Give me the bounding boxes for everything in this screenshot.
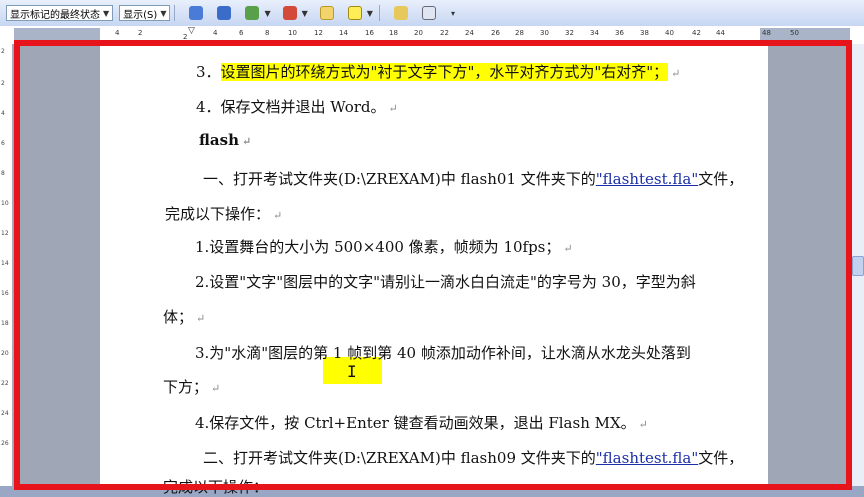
ruler-tick: 20 — [1, 350, 9, 357]
ruler-tick: 4 — [213, 29, 218, 37]
track-changes-button[interactable] — [390, 4, 412, 22]
ruler-tick: 8 — [1, 170, 5, 177]
toolbar-options-icon: ▾ — [450, 8, 455, 18]
ruler-tick: 18 — [1, 320, 9, 327]
ruler-tick: 8 — [265, 29, 270, 37]
ruler-tick: 20 — [414, 29, 423, 37]
chevron-down-icon: ▼ — [366, 8, 373, 18]
show-menu-button[interactable]: 显示(S) ▼ — [119, 5, 171, 21]
next-change-button[interactable] — [213, 4, 235, 22]
ruler-tick: 22 — [440, 29, 449, 37]
reject-change-button[interactable]: ▼ — [279, 4, 310, 22]
ruler-tick: 26 — [1, 440, 9, 447]
accept-change-button[interactable]: ▼ — [241, 4, 272, 22]
ruler-tick: 40 — [665, 29, 674, 37]
ruler-tick: 28 — [515, 29, 524, 37]
ruler-tick: 2 — [1, 80, 5, 87]
ruler-tick: 14 — [1, 260, 9, 267]
previous-change-icon — [189, 6, 204, 20]
ruler-tick: 38 — [640, 29, 649, 37]
ruler-tick: 50 — [790, 29, 799, 37]
reject-change-icon — [282, 6, 297, 20]
ruler-tick: 10 — [1, 200, 9, 207]
highlighter-icon — [347, 6, 362, 20]
ruler-tick: 26 — [491, 29, 500, 37]
toolbar-separator — [378, 5, 380, 21]
scrollbar-thumb[interactable] — [852, 256, 864, 276]
ruler-tick: 24 — [465, 29, 474, 37]
ruler-tick: 2 — [138, 29, 143, 37]
ruler-tick: 12 — [1, 230, 9, 237]
next-change-icon — [217, 6, 232, 20]
chevron-down-icon: ▼ — [264, 8, 271, 18]
ruler-tick: 14 — [339, 29, 348, 37]
ruler-tick: 6 — [1, 140, 5, 147]
highlight-button[interactable]: ▼ — [344, 4, 375, 22]
toolbar-separator — [174, 5, 176, 21]
chevron-down-icon: ▼ — [160, 8, 167, 18]
reviewing-toolbar: 显示标记的最终状态 ▼ 显示(S) ▼ ▼ ▼ ▼ ▾ — [0, 0, 864, 27]
comment-icon — [319, 6, 334, 20]
ruler-tick: 36 — [615, 29, 624, 37]
chevron-down-icon: ▼ — [103, 8, 110, 18]
ruler-tick: 24 — [1, 410, 9, 417]
reviewing-pane-icon — [421, 6, 436, 20]
ruler-tick: 6 — [239, 29, 244, 37]
ruler-tick: 4 — [115, 29, 120, 37]
toolbar-options-button[interactable]: ▾ — [446, 4, 457, 22]
chevron-down-icon: ▼ — [301, 8, 308, 18]
ruler-tick: 4 — [1, 110, 5, 117]
ruler-tick: 10 — [288, 29, 297, 37]
ruler-tick: 44 — [716, 29, 725, 37]
ruler-tick: 32 — [565, 29, 574, 37]
ruler-tick: 30 — [540, 29, 549, 37]
markup-view-dropdown[interactable]: 显示标记的最终状态 ▼ — [6, 5, 114, 21]
indent-marker-icon[interactable]: ▽ — [188, 26, 195, 36]
previous-change-button[interactable] — [185, 4, 207, 22]
ruler-tick: 22 — [1, 380, 9, 387]
new-comment-button[interactable] — [316, 4, 338, 22]
accept-change-icon — [245, 6, 260, 20]
ruler-tick: 16 — [1, 290, 9, 297]
ruler-tick: 16 — [365, 29, 374, 37]
ruler-tick: 34 — [590, 29, 599, 37]
ruler-tick: 12 — [314, 29, 323, 37]
reviewing-pane-button[interactable] — [418, 4, 440, 22]
ruler-tick: 18 — [389, 29, 398, 37]
ruler-tick: 48 — [762, 29, 771, 37]
markup-view-label: 显示标记的最终状态 — [10, 9, 100, 21]
ruler-tick: 2 — [1, 48, 5, 55]
track-changes-icon — [393, 6, 408, 20]
show-menu-label: 显示(S) — [123, 9, 158, 21]
ruler-tick: 42 — [692, 29, 701, 37]
red-highlight-frame — [14, 40, 852, 490]
vertical-ruler[interactable]: 2 2 4 6 8 10 12 14 16 18 20 22 24 26 — [0, 44, 13, 486]
